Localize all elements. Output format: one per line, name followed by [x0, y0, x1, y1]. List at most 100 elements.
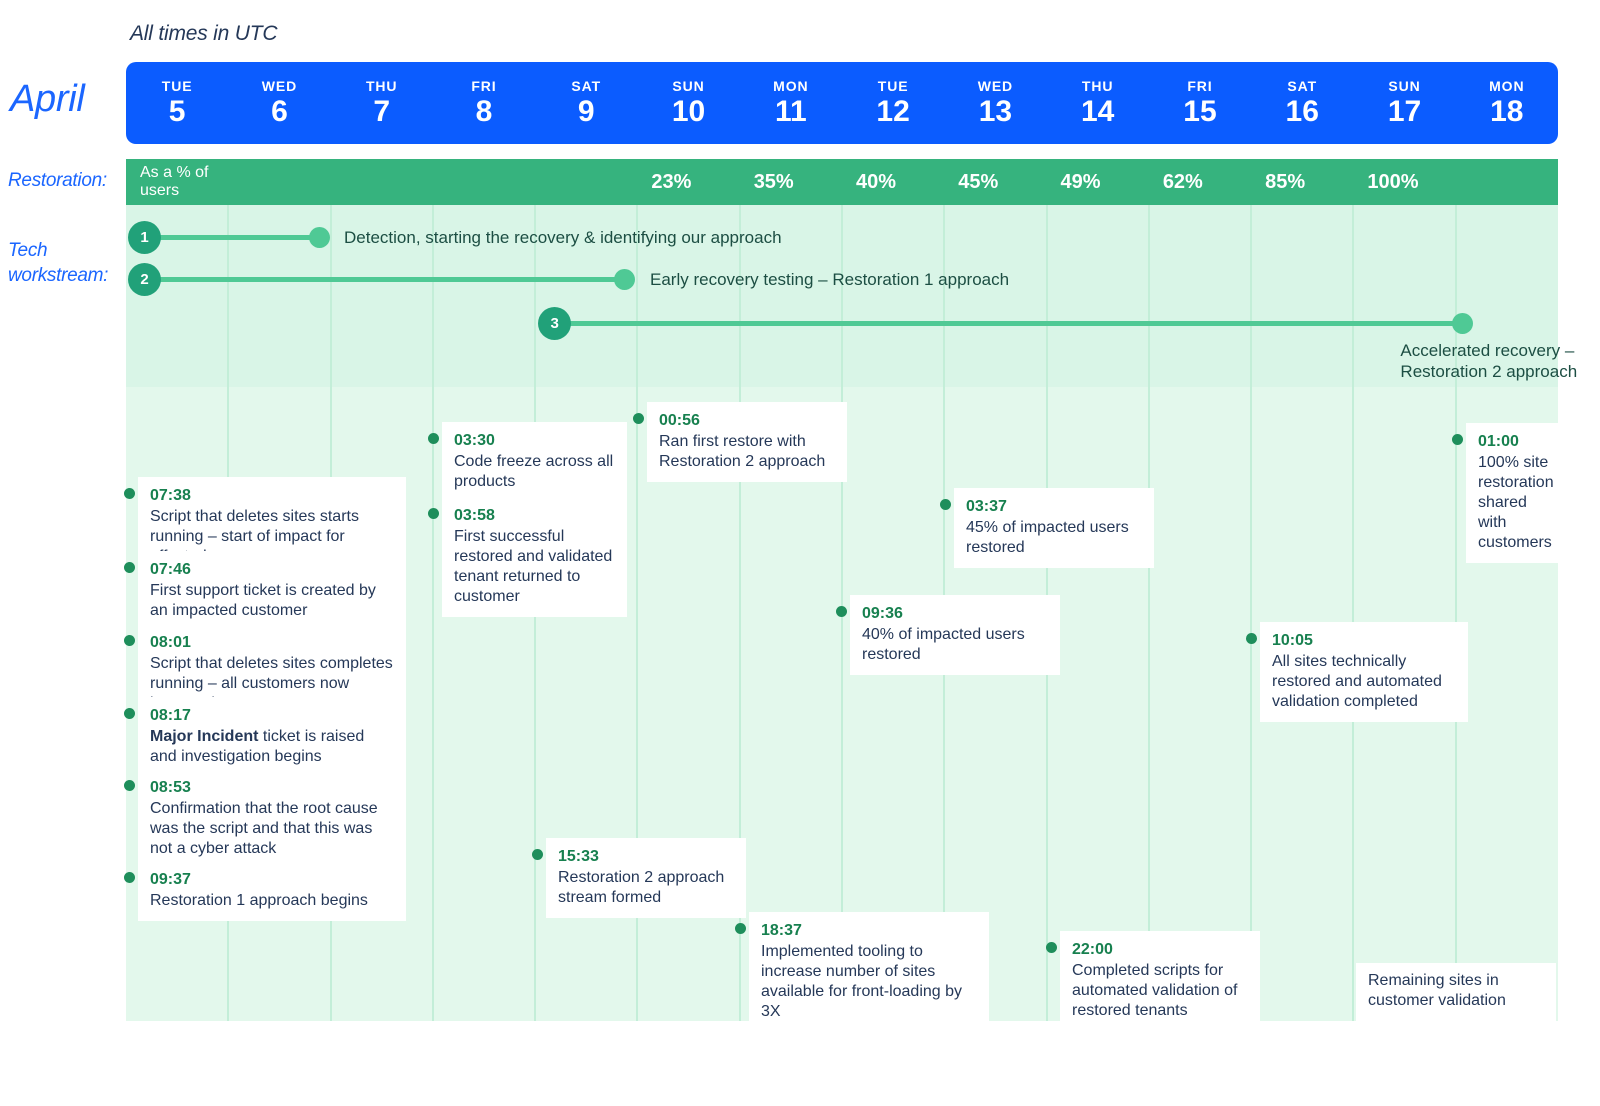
event-description: 100% site restoration shared with custom…: [1478, 454, 1554, 551]
event-time: 18:37: [761, 922, 802, 939]
event-description: Remaining sites in customer validation: [1368, 972, 1506, 1009]
date-number: 7: [373, 95, 391, 128]
event-card: 22:00 Completed scripts for automated val…: [1060, 931, 1260, 1031]
event-time: 15:33: [558, 848, 599, 865]
event-description-emphasis: Major Incident: [150, 728, 259, 745]
date-cell: TUE 12: [842, 62, 944, 144]
event-time: 03:58: [454, 507, 495, 524]
event-time: 08:17: [150, 707, 191, 724]
restoration-percent: [535, 159, 637, 205]
date-weekday: FRI: [471, 78, 497, 94]
restoration-percent: 49%: [1060, 170, 1101, 193]
date-cell: SAT 16: [1251, 62, 1353, 144]
restoration-row-label: Restoration:: [8, 170, 107, 191]
event-card: Remaining sites in customer validation: [1356, 963, 1556, 1021]
date-number: 11: [774, 95, 807, 128]
event-dot-icon: [124, 708, 135, 719]
workstream-label: Accelerated recovery – Restoration 2 app…: [1400, 341, 1578, 381]
date-number: 8: [475, 95, 493, 128]
date-cell: SUN 17: [1353, 62, 1455, 144]
event-dot-icon: [836, 606, 847, 617]
event-card: 00:56 Ran first restore with Restoration …: [647, 402, 847, 482]
date-weekday: TUE: [877, 78, 909, 94]
workstream-bar: [554, 321, 1465, 326]
restoration-percent: 45%: [958, 170, 999, 193]
event-dot-icon: [124, 562, 135, 573]
date-cell: WED 13: [944, 62, 1046, 144]
date-weekday: WED: [261, 78, 298, 94]
date-number: 18: [1490, 95, 1524, 128]
restoration-percent: 62%: [1162, 170, 1203, 193]
restoration-percent-bar: As a % of users 23% 35% 40% 45% 49% 62% 85% 100%: [126, 159, 1558, 205]
event-card: 09:36 40% of impacted users restored: [850, 595, 1060, 675]
event-description: 40% of impacted users restored: [862, 626, 1025, 663]
event-card: 09:37 Restoration 1 approach begins: [138, 861, 406, 921]
tech-workstream-row-label: Tech workstream:: [8, 240, 109, 286]
date-cell: FRI 8: [433, 62, 535, 144]
event-dot-icon: [124, 780, 135, 791]
date-cell: THU 7: [331, 62, 433, 144]
event-card: 15:33 Restoration 2 approach stream forme…: [546, 838, 746, 918]
event-description: Confirmation that the root cause was the…: [150, 800, 378, 857]
event-time: 03:37: [966, 498, 1007, 515]
date-cell: TUE 5: [126, 62, 228, 144]
date-weekday: SUN: [1388, 78, 1421, 94]
restoration-percent: [228, 159, 330, 205]
date-cell: THU 14: [1047, 62, 1149, 144]
event-description: Code freeze across all products: [454, 453, 614, 490]
restoration-percent: 23%: [651, 170, 692, 193]
event-card: 07:46 First support ticket is created by …: [138, 551, 406, 631]
event-dot-icon: [124, 635, 135, 646]
date-weekday: SAT: [571, 78, 602, 94]
date-number: 17: [1387, 95, 1422, 128]
event-description: Completed scripts for automated validati…: [1072, 962, 1238, 1019]
event-card: 08:17 Major Incident ticket is raised and…: [138, 697, 406, 777]
date-number: 9: [577, 95, 595, 128]
gridline: [1250, 205, 1253, 1021]
event-card: 03:58 First successful restored and valid…: [442, 497, 627, 617]
date-number: 16: [1285, 95, 1319, 128]
date-weekday: MON: [1489, 78, 1525, 94]
date-header-bar: TUE 5 WED 6 THU 7 FRI 8 SAT 9 SUN 10 MON 11 TUE 12 WED 13…: [126, 62, 1558, 144]
event-description: Major Incident ticket is raised and inve…: [150, 727, 394, 767]
date-number: 13: [978, 95, 1013, 128]
date-weekday: FRI: [1187, 78, 1213, 94]
event-dot-icon: [1452, 434, 1463, 445]
gridline: [431, 205, 434, 1021]
event-description: Restoration 2 approach stream formed: [558, 869, 725, 906]
date-weekday: MON: [773, 78, 809, 94]
event-description: Implemented tooling to increase number o…: [761, 943, 963, 1020]
event-dot-icon: [633, 413, 644, 424]
workstream-number-badge: 1: [128, 221, 161, 254]
event-dot-icon: [124, 488, 135, 499]
date-weekday: WED: [977, 78, 1014, 94]
date-weekday: THU: [365, 78, 398, 94]
date-number: 14: [1080, 95, 1115, 128]
gridline: [1352, 205, 1355, 1021]
date-number: 15: [1183, 95, 1217, 128]
workstream-label: Detection, starting the recovery & ident…: [344, 228, 782, 247]
event-time: 08:01: [150, 634, 191, 651]
event-description: 45% of impacted users restored: [966, 519, 1129, 556]
event-time: 03:30: [454, 432, 495, 449]
event-dot-icon: [1246, 633, 1257, 644]
event-time: 07:46: [150, 561, 191, 578]
date-cell: FRI 15: [1149, 62, 1251, 144]
event-dot-icon: [124, 872, 135, 883]
month-label: April: [10, 78, 85, 120]
event-dot-icon: [735, 923, 746, 934]
workstream-end-marker: [614, 269, 635, 290]
date-weekday: SUN: [672, 78, 705, 94]
event-time: 00:56: [659, 412, 700, 429]
event-time: 09:37: [150, 871, 191, 888]
event-time: 22:00: [1072, 941, 1113, 958]
restoration-percent: 85%: [1265, 170, 1306, 193]
date-cell: SUN 10: [637, 62, 739, 144]
event-dot-icon: [1046, 942, 1057, 953]
restoration-percent: [331, 159, 433, 205]
event-card: 08:53 Confirmation that the root cause wa…: [138, 769, 406, 869]
date-cell: MON 18: [1456, 62, 1558, 144]
gridline: [1147, 205, 1150, 1021]
date-weekday: TUE: [161, 78, 193, 94]
utc-note: All times in UTC: [130, 22, 278, 45]
